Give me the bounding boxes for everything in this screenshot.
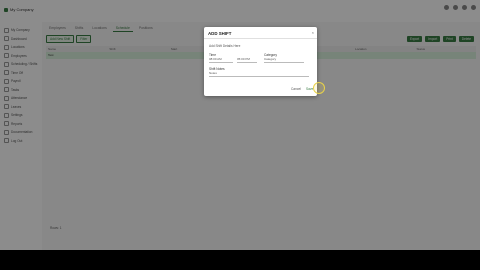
cancel-button[interactable]: Cancel — [288, 86, 304, 92]
close-icon[interactable]: × — [312, 30, 314, 35]
divider — [204, 38, 317, 39]
screen: My Company My Company Dashboard Locations E… — [0, 0, 480, 250]
dialog-subtitle: Add Shift Details Here — [209, 44, 241, 48]
start-time-field[interactable]: 08:00 AM — [209, 57, 233, 63]
cursor-highlight — [313, 82, 325, 94]
notes-field[interactable]: Notes — [209, 71, 309, 77]
end-time-field[interactable]: 05:00 PM — [237, 57, 257, 63]
add-shift-dialog: ADD SHIFT × Add Shift Details Here Time … — [204, 27, 317, 96]
category-select[interactable]: Category — [264, 57, 304, 63]
dialog-title: ADD SHIFT — [208, 31, 232, 36]
